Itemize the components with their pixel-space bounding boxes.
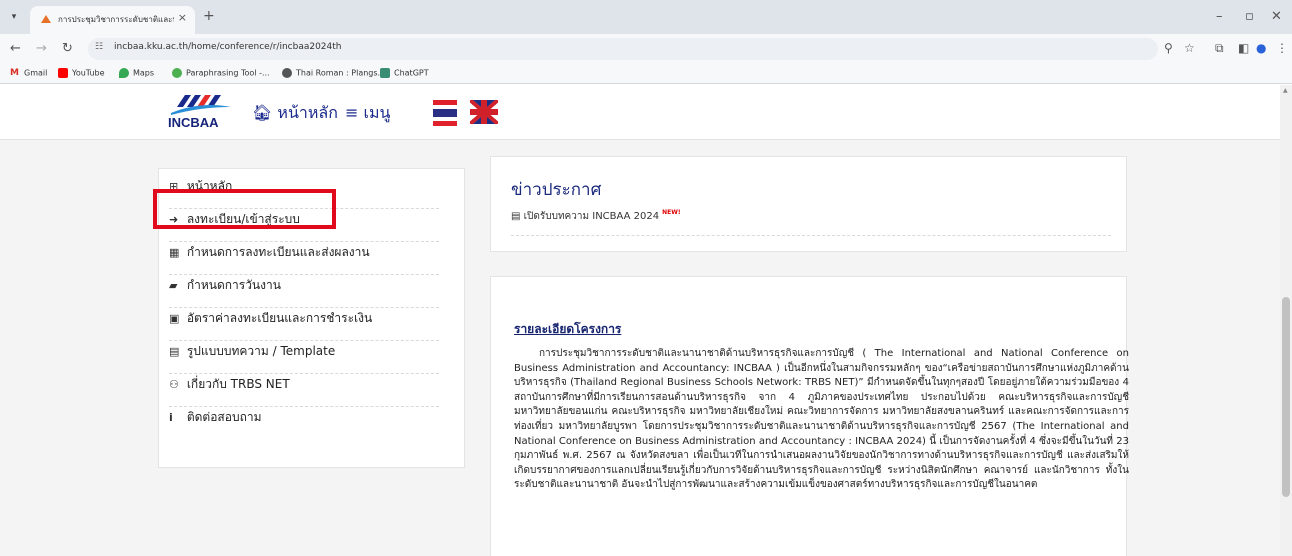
side-panel-icon[interactable]: ◧ (1238, 41, 1249, 55)
browser-tab-strip: ▾ การประชุมวิชาการระดับชาติและนานาช × + … (0, 0, 1292, 34)
close-icon[interactable]: ✕ (1271, 9, 1282, 24)
red-highlight-box (153, 189, 336, 229)
project-details-panel: รายละเอียดโครงการ การประชุมวิชาการระดับช… (490, 276, 1129, 556)
sidebar-item-contact[interactable]: i ติดต่อสอบถาม (169, 408, 439, 440)
globe-icon (282, 68, 292, 78)
tab-close-icon[interactable]: × (178, 11, 187, 24)
site-info-icon[interactable]: ☷ (95, 42, 103, 52)
site-header: INCBAA 🏠︎ หน้าหลัก ≡ เมนู (0, 85, 1280, 140)
bookmark-youtube[interactable]: YouTube (58, 68, 105, 78)
sidebar-item-registration-schedule[interactable]: ▦ กำหนดการลงทะเบียนและส่งผลงาน (169, 243, 439, 275)
star-icon[interactable]: ☆ (1184, 41, 1195, 55)
bookmark-thai-roman[interactable]: Thai Roman : Plangs... (282, 68, 385, 78)
page-viewport: INCBAA 🏠︎ หน้าหลัก ≡ เมนู ⊞ หน้าหลัก ➜ ล… (0, 85, 1280, 556)
bookmark-chatgpt[interactable]: ChatGPT (380, 68, 429, 78)
new-tab-button[interactable]: + (203, 8, 215, 24)
news-item-link[interactable]: ▤ เปิดรับบทความ INCBAA 2024 NEW! (511, 209, 681, 224)
money-icon: ▣ (169, 312, 180, 325)
profile-icon[interactable]: ● (1256, 41, 1266, 55)
forward-icon[interactable]: → (36, 41, 47, 56)
browser-toolbar: ← → ↻ ☷ incbaa.kku.ac.th/home/conference… (0, 34, 1292, 64)
paraphrasing-tool-icon (172, 68, 182, 78)
thai-flag-icon[interactable] (433, 100, 457, 126)
scroll-up-arrow-icon[interactable]: ▲ (1283, 87, 1288, 94)
divider (511, 235, 1111, 236)
tab-menu-icon[interactable]: ▾ (6, 9, 22, 25)
more-icon[interactable]: ⋮ (1276, 41, 1288, 55)
sidebar-item-about-trbs-net[interactable]: ⚇ เกี่ยวกับ TRBS NET (169, 375, 439, 407)
nav-home-link[interactable]: 🏠︎ หน้าหลัก (252, 101, 338, 126)
chatgpt-icon (380, 68, 390, 78)
youtube-icon (58, 68, 68, 78)
minimize-icon[interactable]: – (1216, 9, 1223, 24)
maximize-icon[interactable]: ▫ (1245, 9, 1254, 24)
new-badge: NEW! (662, 209, 681, 216)
news-panel: ข่าวประกาศ ▤ เปิดรับบทความ INCBAA 2024 NE… (490, 156, 1127, 252)
bookmarks-bar: M Gmail YouTube Maps Paraphrasing Tool -.… (0, 64, 1292, 84)
page-scrollbar[interactable]: ▲ (1280, 85, 1292, 556)
bookmark-paraphrasing-tool[interactable]: Paraphrasing Tool -... (172, 68, 270, 78)
project-details-text: การประชุมวิชาการระดับชาติและนานาชาติด้าน… (514, 348, 1129, 491)
reload-icon[interactable]: ↻ (62, 41, 73, 56)
users-icon: ⚇ (169, 378, 179, 391)
newspaper-icon: ▤ (511, 211, 521, 222)
bookmark-maps[interactable]: Maps (119, 68, 154, 78)
browser-tab[interactable]: การประชุมวิชาการระดับชาติและนานาช × (30, 6, 195, 34)
address-bar[interactable]: ☷ incbaa.kku.ac.th/home/conference/r/inc… (88, 38, 1158, 60)
url-text[interactable]: incbaa.kku.ac.th/home/conference/r/incba… (114, 42, 342, 52)
maps-icon (119, 68, 129, 78)
sidebar-item-fees-payment[interactable]: ▣ อัตราค่าลงทะเบียนและการชำระเงิน (169, 309, 439, 341)
uk-flag-icon[interactable] (470, 100, 498, 124)
news-title: ข่าวประกาศ (511, 180, 602, 200)
book-icon: ▰ (169, 279, 178, 292)
hamburger-icon: ≡ (345, 103, 359, 122)
sidebar-item-event-schedule[interactable]: ▰ กำหนดการวันงาน (169, 276, 439, 308)
sidebar-item-template[interactable]: ▤ รูปแบบบทความ / Template (169, 342, 439, 374)
extensions-icon[interactable]: ⧉ (1215, 41, 1224, 56)
home-icon: 🏠︎ (252, 103, 273, 122)
calendar-icon: ▦ (169, 246, 180, 259)
bookmark-gmail[interactable]: M Gmail (10, 68, 47, 78)
gmail-icon: M (10, 68, 19, 78)
nav-menu-button[interactable]: ≡ เมนู (345, 101, 390, 126)
site-favicon-icon (41, 15, 51, 23)
scroll-thumb[interactable] (1282, 297, 1290, 497)
tab-title: การประชุมวิชาการระดับชาติและนานาช (58, 15, 174, 24)
project-details-title: รายละเอียดโครงการ (514, 322, 622, 336)
logo-text: INCBAA (168, 115, 219, 130)
zoom-icon[interactable]: ⚲ (1164, 41, 1173, 55)
file-icon: ▤ (169, 345, 180, 358)
info-icon: i (169, 411, 173, 424)
back-icon[interactable]: ← (10, 41, 21, 56)
